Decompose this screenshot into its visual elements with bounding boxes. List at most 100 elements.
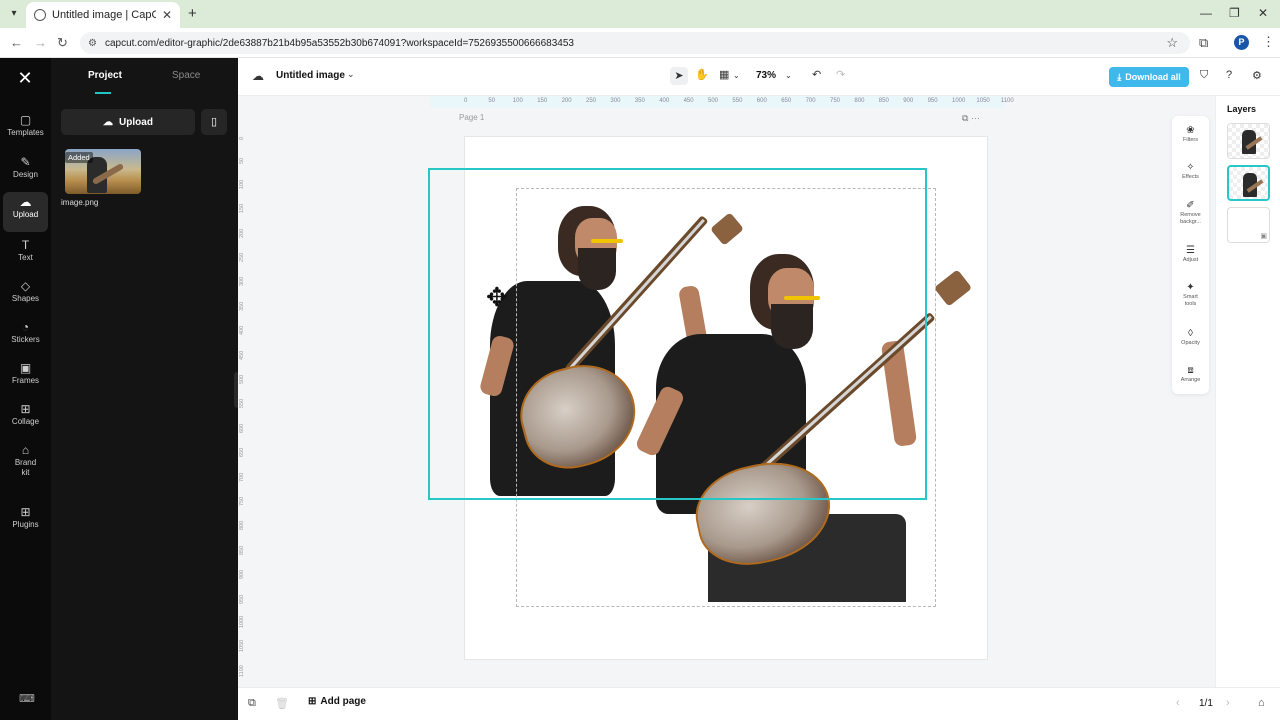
close-window-icon[interactable]: ✕	[1258, 6, 1268, 20]
ruler-tick: 150	[239, 204, 245, 214]
duplicate-page-icon[interactable]: ⧉	[248, 697, 256, 710]
zoom-chevron-icon[interactable]: ⌄	[785, 71, 792, 80]
asset-name: image.png	[61, 198, 99, 207]
plugins-icon: ⊞	[20, 505, 31, 519]
prop-effects[interactable]: ✧ Effects	[1172, 161, 1209, 181]
layer-item-background[interactable]: ▣	[1227, 207, 1270, 243]
tab-project[interactable]: Project	[88, 70, 122, 81]
select-tool-icon[interactable]: ➤	[670, 67, 688, 85]
rail-item-frames[interactable]: ▣ Frames	[3, 358, 48, 396]
rail-item-design[interactable]: ✎ Design	[3, 152, 48, 190]
tab-search-icon[interactable]: ▾	[6, 6, 22, 22]
ruler-tick: 300	[239, 277, 245, 287]
rail-item-collage[interactable]: ⊞ Collage	[3, 399, 48, 437]
download-all-button[interactable]: ⤓ Download all	[1109, 67, 1189, 87]
close-tab-icon[interactable]: ✕	[162, 8, 172, 22]
prop-arrange[interactable]: ⧈ Arrange	[1172, 364, 1209, 384]
rail-item-plugins[interactable]: ⊞ Plugins	[3, 502, 48, 540]
ruler-tick: 150	[537, 98, 548, 104]
rail-item-shapes[interactable]: ◇ Shapes	[3, 276, 48, 314]
prop-remove-background[interactable]: ✐ Remove backgr...	[1172, 199, 1209, 226]
properties-bar: ❀ Filters ✧ Effects ✐ Remove backgr... ☰…	[1172, 116, 1209, 394]
rail-item-brand-kit[interactable]: ⌂ Brand kit	[3, 440, 48, 484]
layout-chevron-icon[interactable]: ⌄	[733, 71, 740, 80]
prop-label: Smart tools	[1183, 294, 1198, 307]
url-field[interactable]: ⚙ capcut.com/editor-graphic/2de63887b21b…	[80, 32, 1190, 54]
active-tab-indicator	[95, 92, 111, 94]
undo-icon[interactable]: ↶	[812, 68, 821, 81]
add-page-button[interactable]: ⊞ Add page	[308, 696, 366, 707]
new-tab-icon[interactable]: +	[188, 5, 197, 22]
capcut-logo-icon[interactable]: ✕	[15, 68, 35, 88]
rail-label: Stickers	[11, 335, 40, 344]
upload-from-phone-button[interactable]: ▯	[201, 109, 227, 135]
next-page-icon[interactable]: ›	[1226, 697, 1230, 709]
templates-icon: ▢	[19, 113, 32, 127]
page-options-icon[interactable]: ⧉ ⋯	[962, 113, 980, 124]
ruler-tick: 850	[239, 545, 245, 555]
ruler-tick: 400	[239, 326, 245, 336]
layer-item-selected[interactable]	[1227, 165, 1270, 201]
bookmark-star-icon[interactable]: ☆	[1166, 35, 1178, 51]
rail-label: Templates	[7, 128, 44, 137]
help-icon[interactable]: ?	[1226, 69, 1232, 81]
prop-filters[interactable]: ❀ Filters	[1172, 124, 1209, 144]
prop-opacity[interactable]: ◊ Opacity	[1172, 327, 1209, 347]
layer-item[interactable]	[1227, 123, 1270, 159]
shapes-icon: ◇	[20, 279, 31, 293]
tab-space[interactable]: Space	[172, 70, 200, 81]
rail-label: Design	[13, 170, 38, 179]
top-ruler: 0 50 100 150 200 250 300 350 400 450 500 550 600 650 7…	[430, 96, 1014, 108]
document-title[interactable]: Untitled image	[276, 70, 345, 81]
settings-icon[interactable]: ⚙	[1252, 69, 1262, 82]
delete-page-icon[interactable]: 🗑	[275, 697, 289, 710]
page-manager-icon[interactable]: ⌂	[1258, 697, 1265, 709]
canvas-area[interactable]: 0 50 100 150 200 250 300 350 400 450 500 550 600 650 7…	[238, 96, 1215, 687]
layout-icon[interactable]: ▦	[719, 68, 729, 81]
rail-item-text[interactable]: T Text	[3, 235, 48, 273]
upload-panel: Project Space ☁ Upload ▯ Added image.png	[51, 58, 238, 720]
brand-kit-icon: ⌂	[21, 443, 30, 457]
browser-tab-bar: ▾ Untitled image | CapCut ✕ + — ❐ ✕	[0, 0, 1280, 28]
upload-button[interactable]: ☁ Upload	[61, 109, 195, 135]
rail-item-stickers[interactable]: ◔ Stickers	[3, 317, 48, 355]
download-label: Download all	[1125, 72, 1181, 82]
bottom-bar: ⧉ 🗑 ⊞ Add page ‹ 1/1 › ⌂	[238, 687, 1280, 720]
shield-icon[interactable]: ⛉	[1200, 69, 1208, 82]
ruler-tick: 950	[239, 594, 245, 604]
ruler-tick: 900	[239, 570, 245, 580]
ruler-tick: 700	[805, 98, 816, 104]
redo-icon[interactable]: ↷	[836, 68, 845, 81]
reload-icon[interactable]: ↻	[57, 35, 68, 51]
restore-icon[interactable]: ❐	[1229, 6, 1240, 20]
keyboard-shortcuts-icon[interactable]: ⌨	[19, 692, 35, 705]
ruler-tick: 900	[903, 98, 914, 104]
forward-icon[interactable]: →	[34, 35, 47, 50]
layers-title: Layers	[1227, 104, 1257, 114]
ruler-tick: 550	[732, 98, 743, 104]
browser-tab[interactable]: Untitled image | CapCut ✕	[26, 2, 180, 28]
smart-tools-icon: ✦	[1186, 282, 1195, 293]
site-info-icon[interactable]: ⚙	[88, 38, 97, 49]
ruler-tick: 0	[239, 136, 245, 140]
minimize-icon[interactable]: —	[1200, 6, 1212, 20]
prop-smart-tools[interactable]: ✦ Smart tools	[1172, 281, 1209, 308]
rail-label: Plugins	[12, 520, 39, 529]
ruler-tick: 300	[610, 98, 621, 104]
prev-page-icon[interactable]: ‹	[1176, 697, 1180, 709]
ruler-tick: 200	[239, 228, 245, 238]
zoom-level[interactable]: 73%	[756, 70, 776, 81]
profile-avatar[interactable]: P	[1234, 35, 1249, 50]
chevron-down-icon[interactable]: ⌄	[347, 69, 355, 80]
ruler-tick: 750	[830, 98, 841, 104]
ruler-tick: 1100	[239, 664, 245, 677]
ruler-tick: 800	[854, 98, 865, 104]
rail-item-templates[interactable]: ▢ Templates	[3, 110, 48, 148]
back-icon[interactable]: ←	[10, 35, 23, 50]
prop-adjust[interactable]: ☰ Adjust	[1172, 244, 1209, 264]
prop-label: Arrange	[1180, 377, 1201, 383]
browser-menu-icon[interactable]: ⋮	[1262, 34, 1275, 50]
hand-tool-icon[interactable]: ✋	[695, 68, 709, 81]
rail-item-upload[interactable]: ☁ Upload	[3, 192, 48, 232]
extensions-icon[interactable]: ⧉	[1199, 35, 1208, 51]
